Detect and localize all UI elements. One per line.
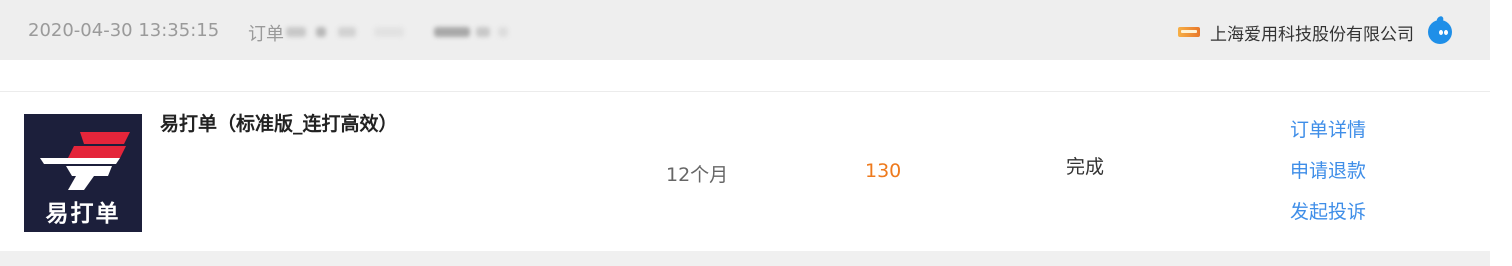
product-thumbnail-text: 易打单 xyxy=(45,201,121,227)
order-number-label: 订单 xyxy=(248,24,284,45)
price: 130 xyxy=(865,160,902,182)
page-right-margin xyxy=(1490,0,1512,266)
product-title[interactable]: 易打单（标准版_连打高效） xyxy=(160,112,400,137)
shop-logo-icon xyxy=(1178,27,1200,37)
row-spacer xyxy=(0,60,1490,91)
subscription-duration: 12个月 xyxy=(666,164,729,186)
order-time: 2020-04-30 13:35:15 xyxy=(28,20,220,41)
refund-link[interactable]: 申请退款 xyxy=(1290,151,1366,192)
order-header: 2020-04-30 13:35:15 订单 上海爱用科技股份有限公司 xyxy=(0,0,1490,60)
shop-name[interactable]: 上海爱用科技股份有限公司 xyxy=(1210,20,1414,45)
row-footer-divider xyxy=(0,251,1490,266)
order-number-masked xyxy=(286,24,520,40)
product-thumbnail[interactable]: 易打单 xyxy=(24,114,142,232)
chat-icon[interactable] xyxy=(1428,20,1452,44)
complain-link[interactable]: 发起投诉 xyxy=(1290,192,1366,233)
order-item-row: 易打单 易打单（标准版_连打高效） 12个月 130 完成 订单详情 申请退款 … xyxy=(0,91,1490,252)
order-detail-link[interactable]: 订单详情 xyxy=(1290,110,1366,151)
order-actions: 订单详情 申请退款 发起投诉 xyxy=(1290,110,1366,233)
shop-info[interactable]: 上海爱用科技股份有限公司 xyxy=(1178,19,1452,45)
order-status: 完成 xyxy=(1066,156,1105,178)
